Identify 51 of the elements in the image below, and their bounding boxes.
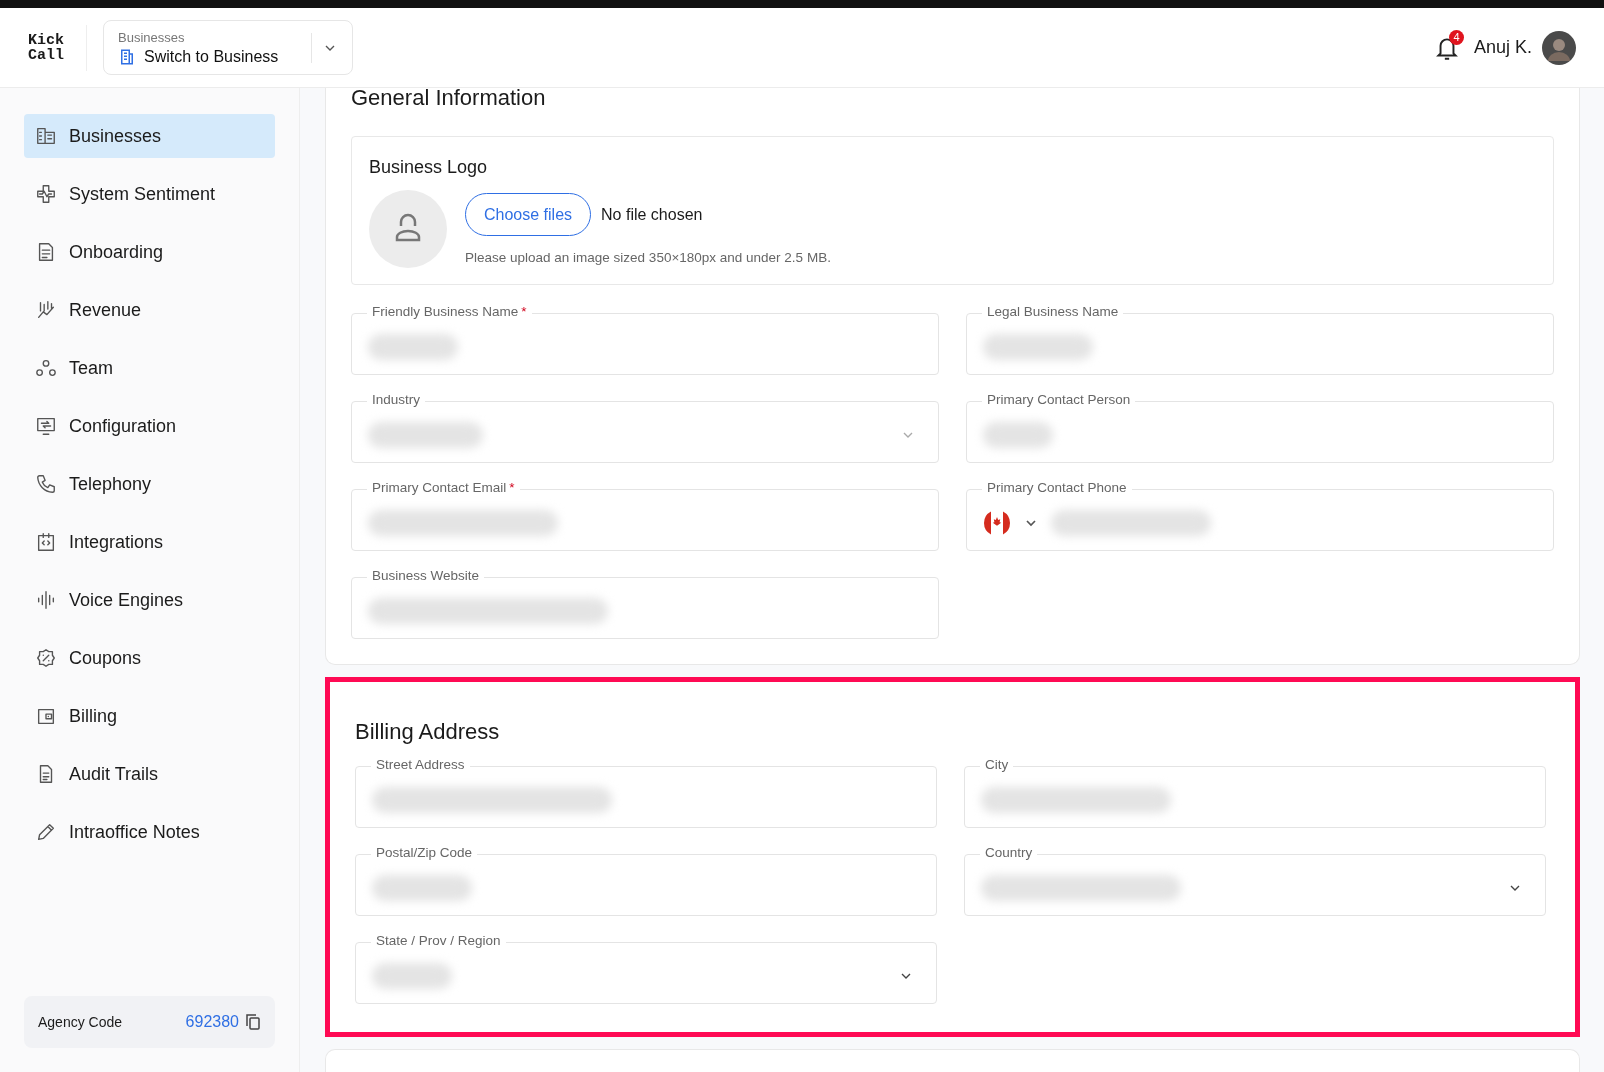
sidebar-item[interactable]: Integrations <box>24 520 275 564</box>
business-logo-title: Business Logo <box>369 157 489 178</box>
blurred-value <box>983 422 1053 448</box>
sound-bars-icon <box>35 589 57 611</box>
logo: Kick Call <box>28 32 64 63</box>
pencil-icon <box>35 821 57 843</box>
field-label: Legal Business Name <box>982 304 1124 320</box>
copy-icon[interactable] <box>245 1013 261 1031</box>
field-label: Primary Contact Person <box>982 392 1136 408</box>
building-icon <box>35 125 57 147</box>
choose-files-button[interactable]: Choose files <box>465 193 592 236</box>
field-label: Primary Contact Phone <box>982 480 1132 496</box>
chart-icon <box>35 299 57 321</box>
section-title: Billing Address <box>355 722 501 742</box>
sidebar-item[interactable]: Voice Engines <box>24 578 275 622</box>
sidebar-item[interactable]: Revenue <box>24 288 275 332</box>
building-icon <box>118 47 136 66</box>
sidebar-item[interactable]: Billing <box>24 694 275 738</box>
sidebar-item[interactable]: Onboarding <box>24 230 275 274</box>
field-label: City <box>980 757 1014 773</box>
field-label: Primary Contact Email * <box>367 480 520 496</box>
field-label: Postal/Zip Code <box>371 845 478 861</box>
agency-code: 692380 <box>185 1013 239 1031</box>
notification-count: 4 <box>1448 29 1464 45</box>
code-icon <box>35 531 57 553</box>
monitor-icon <box>35 415 57 437</box>
sidebar-item[interactable]: System Sentiment <box>24 172 275 216</box>
section-title: General Information <box>351 88 547 112</box>
field-label: Country <box>980 845 1038 861</box>
sidebar-item[interactable]: Intraoffice Notes <box>24 810 275 854</box>
upload-hint: Please upload an image sized 350×180px and under 2.5 MB. <box>465 250 831 265</box>
percent-badge-icon <box>35 647 57 669</box>
sidebar-item[interactable]: Team <box>24 346 275 390</box>
user-placeholder-icon <box>369 190 447 268</box>
field-label: State / Prov / Region <box>371 933 506 949</box>
sidebar-item[interactable]: Businesses <box>24 114 275 158</box>
business-switcher[interactable]: Businesses Switch to Business <box>103 20 353 75</box>
sidebar-item[interactable]: Configuration <box>24 404 275 448</box>
agency-code-label: Agency Code <box>38 1014 123 1030</box>
phone-icon <box>35 473 57 495</box>
sidebar-item[interactable]: Audit Trails <box>24 752 275 796</box>
avatar[interactable] <box>1542 30 1576 65</box>
flag-icon <box>983 509 1011 537</box>
field-label: Friendly Business Name * <box>367 304 532 320</box>
people-icon <box>35 357 57 379</box>
heart-pulse-icon <box>35 183 57 205</box>
sidebar-item[interactable]: Coupons <box>24 636 275 680</box>
field-label: Industry <box>367 392 426 408</box>
sidebar-item[interactable]: Telephony <box>24 462 275 506</box>
file-status: No file chosen <box>601 205 703 224</box>
user-name[interactable]: Anuj K. <box>1473 37 1532 58</box>
